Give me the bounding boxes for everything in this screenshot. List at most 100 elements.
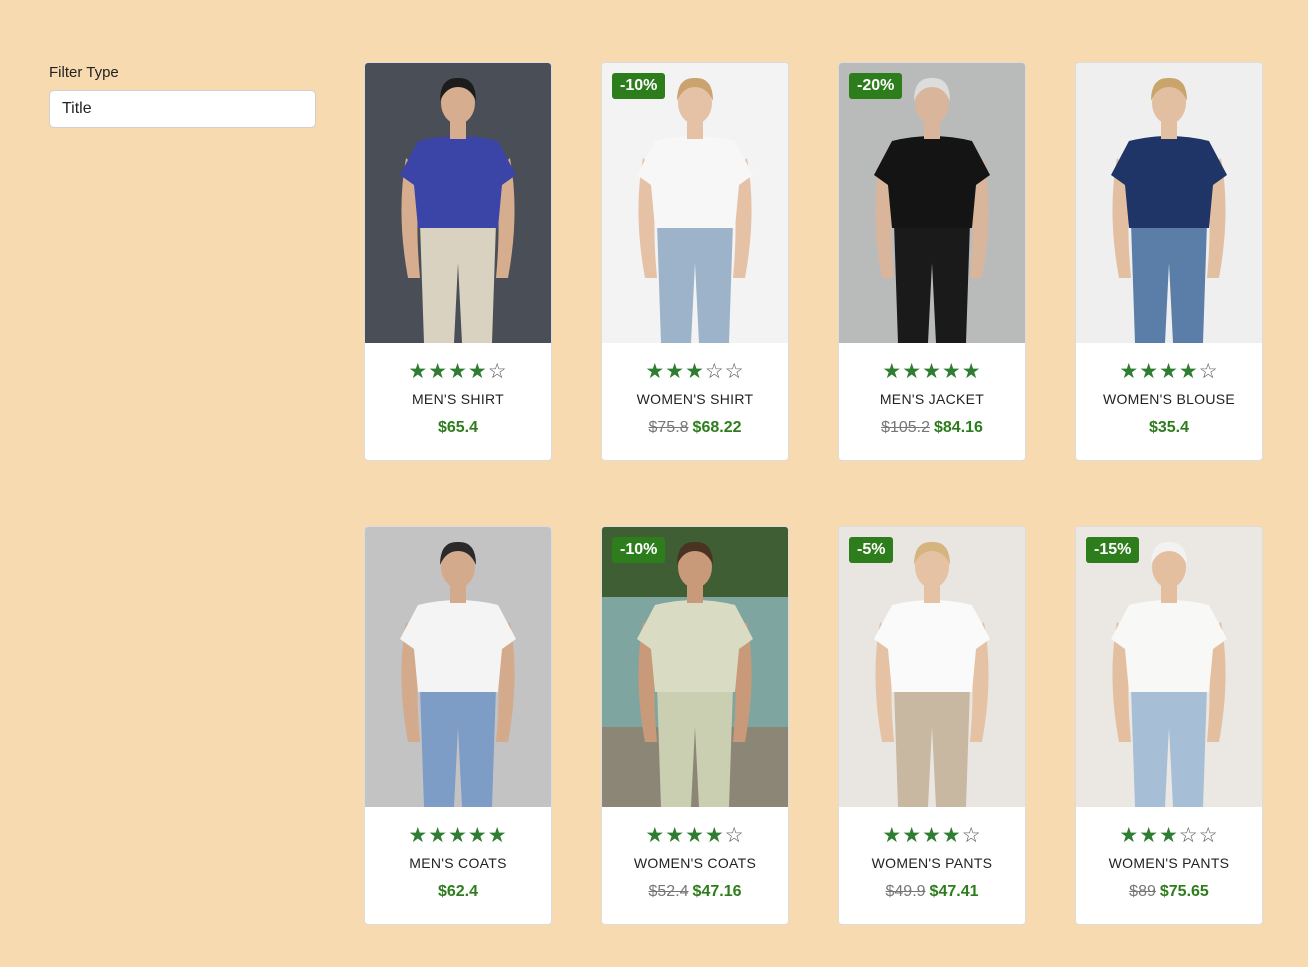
- price-row: $62.4: [365, 883, 551, 901]
- price-row: $65.4: [365, 419, 551, 437]
- product-card[interactable]: ★★★★☆ MEN'S SHIRT $65.4: [364, 62, 552, 461]
- star-empty-icon: ☆: [724, 824, 745, 847]
- rating-stars: ★★★☆☆: [1076, 825, 1262, 847]
- star-empty-icon: ☆: [1178, 824, 1199, 847]
- filter-type-input[interactable]: [49, 90, 316, 128]
- product-card[interactable]: -5% ★★★★☆ WOMEN'S PANTS $49.9 $47.41: [838, 526, 1026, 925]
- discount-badge: -10%: [612, 73, 666, 99]
- star-filled-icon: ★: [428, 824, 449, 847]
- product-card[interactable]: -10% ★★★☆☆ WOMEN'S SHIRT $75.8 $68.22: [601, 62, 789, 461]
- star-filled-icon: ★: [467, 824, 488, 847]
- product-title[interactable]: WOMEN'S SHIRT: [602, 391, 788, 407]
- star-filled-icon: ★: [922, 360, 942, 383]
- star-empty-icon: ☆: [704, 360, 725, 383]
- product-image[interactable]: -10%: [602, 527, 788, 807]
- product-title[interactable]: MEN'S JACKET: [839, 391, 1025, 407]
- discount-badge: -10%: [612, 537, 666, 563]
- product-image[interactable]: -5%: [839, 527, 1025, 807]
- filter-type-label: Filter Type: [49, 64, 119, 81]
- product-title[interactable]: WOMEN'S PANTS: [1076, 855, 1262, 871]
- star-filled-icon: ★: [882, 824, 903, 847]
- star-empty-icon: ☆: [724, 360, 745, 383]
- product-card[interactable]: -10% ★★★★☆ WOMEN'S COATS $52.4 $47.16: [601, 526, 789, 925]
- product-card[interactable]: -15% ★★★☆☆ WOMEN'S PANTS $89 $75.65: [1075, 526, 1263, 925]
- product-image[interactable]: [365, 63, 551, 343]
- star-filled-icon: ★: [941, 824, 962, 847]
- original-price: $49.9: [885, 883, 926, 900]
- star-empty-icon: ☆: [961, 824, 982, 847]
- product-title[interactable]: WOMEN'S COATS: [602, 855, 788, 871]
- rating-stars: ★★★★☆: [365, 361, 551, 383]
- rating-stars: ★★★★☆: [1076, 361, 1262, 383]
- price-row: $49.9 $47.41: [839, 883, 1025, 901]
- current-price: $62.4: [437, 883, 479, 900]
- star-empty-icon: ☆: [1198, 360, 1219, 383]
- rating-stars: ★★★★★: [365, 825, 551, 847]
- product-photo: [1076, 63, 1262, 343]
- product-photo: [365, 63, 551, 343]
- product-photo: [1076, 527, 1262, 807]
- star-filled-icon: ★: [941, 360, 962, 383]
- product-image[interactable]: -20%: [839, 63, 1025, 343]
- star-filled-icon: ★: [1178, 360, 1199, 383]
- current-price: $35.4: [1148, 419, 1190, 436]
- star-filled-icon: ★: [1139, 360, 1160, 383]
- star-filled-icon: ★: [704, 824, 725, 847]
- discount-badge: -15%: [1086, 537, 1140, 563]
- product-image[interactable]: [1076, 63, 1262, 343]
- product-grid: ★★★★☆ MEN'S SHIRT $65.4 -10% ★★★☆☆ WOMEN'S SH…: [364, 62, 1263, 925]
- product-title[interactable]: WOMEN'S BLOUSE: [1076, 391, 1262, 407]
- current-price: $65.4: [437, 419, 479, 436]
- star-filled-icon: ★: [685, 360, 705, 383]
- product-photo: [365, 527, 551, 807]
- star-filled-icon: ★: [1139, 824, 1160, 847]
- product-photo: [602, 527, 788, 807]
- product-card[interactable]: ★★★★★ MEN'S COATS $62.4: [364, 526, 552, 925]
- product-title[interactable]: MEN'S SHIRT: [365, 391, 551, 407]
- discount-badge: -5%: [849, 537, 894, 563]
- star-filled-icon: ★: [645, 824, 666, 847]
- star-empty-icon: ☆: [487, 360, 508, 383]
- star-filled-icon: ★: [1159, 824, 1179, 847]
- star-filled-icon: ★: [665, 824, 686, 847]
- star-filled-icon: ★: [902, 360, 923, 383]
- star-filled-icon: ★: [961, 360, 982, 383]
- current-price: $47.41: [929, 883, 979, 900]
- price-row: $75.8 $68.22: [602, 419, 788, 437]
- star-filled-icon: ★: [448, 824, 468, 847]
- discount-badge: -20%: [849, 73, 903, 99]
- original-price: $75.8: [648, 419, 689, 436]
- product-photo: [839, 63, 1025, 343]
- star-filled-icon: ★: [1119, 360, 1140, 383]
- price-row: $35.4: [1076, 419, 1262, 437]
- product-image[interactable]: [365, 527, 551, 807]
- price-row: $52.4 $47.16: [602, 883, 788, 901]
- product-title[interactable]: WOMEN'S PANTS: [839, 855, 1025, 871]
- product-photo: [602, 63, 788, 343]
- product-title[interactable]: MEN'S COATS: [365, 855, 551, 871]
- product-image[interactable]: -15%: [1076, 527, 1262, 807]
- star-filled-icon: ★: [408, 824, 429, 847]
- star-filled-icon: ★: [408, 360, 429, 383]
- original-price: $89: [1129, 883, 1156, 900]
- star-empty-icon: ☆: [1198, 824, 1219, 847]
- rating-stars: ★★★★☆: [839, 825, 1025, 847]
- price-row: $89 $75.65: [1076, 883, 1262, 901]
- star-filled-icon: ★: [922, 824, 942, 847]
- star-filled-icon: ★: [882, 360, 903, 383]
- current-price: $47.16: [692, 883, 742, 900]
- product-image[interactable]: -10%: [602, 63, 788, 343]
- star-filled-icon: ★: [665, 360, 686, 383]
- star-filled-icon: ★: [1159, 360, 1179, 383]
- current-price: $68.22: [692, 419, 742, 436]
- product-card[interactable]: ★★★★☆ WOMEN'S BLOUSE $35.4: [1075, 62, 1263, 461]
- original-price: $52.4: [648, 883, 689, 900]
- current-price: $75.65: [1159, 883, 1209, 900]
- current-price: $84.16: [934, 419, 983, 436]
- original-price: $105.2: [881, 419, 930, 436]
- rating-stars: ★★★☆☆: [602, 361, 788, 383]
- product-card[interactable]: -20% ★★★★★ MEN'S JACKET $105.2 $84.16: [838, 62, 1026, 461]
- star-filled-icon: ★: [685, 824, 705, 847]
- star-filled-icon: ★: [1119, 824, 1140, 847]
- star-filled-icon: ★: [428, 360, 449, 383]
